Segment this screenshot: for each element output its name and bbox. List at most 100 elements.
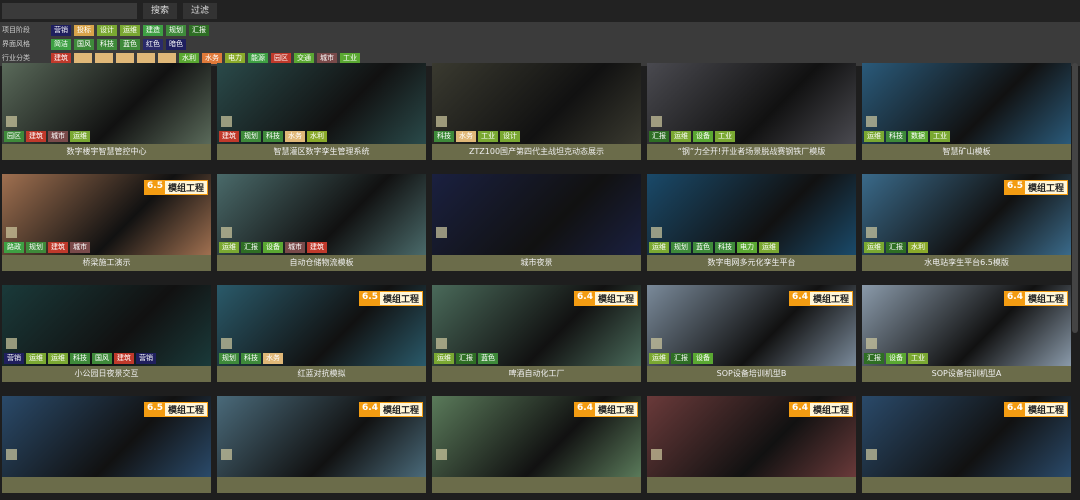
card-title[interactable]: 数字楼宇智慧管控中心	[2, 144, 211, 160]
thumbnail[interactable]: 6.4 模组工程	[432, 396, 641, 477]
card-tag[interactable]: 规划	[26, 242, 46, 253]
card-title[interactable]: 桥梁施工演示	[2, 255, 211, 271]
template-card[interactable]: 6.5 模组工程 规划 科技 水务 红蓝对抗模拟	[217, 285, 426, 382]
filter-tag[interactable]: 城市	[317, 52, 337, 64]
card-tag[interactable]: 建筑	[48, 242, 68, 253]
filter-button[interactable]: 过滤	[183, 3, 218, 19]
filter-tag[interactable]	[95, 52, 113, 64]
card-tag[interactable]: 汇报	[241, 242, 261, 253]
thumbnail[interactable]: 6.4 模组工程	[647, 396, 856, 477]
card-tag[interactable]: 规划	[671, 242, 691, 253]
thumbnail[interactable]: 6.4 模组工程 运维 汇报 设备	[647, 285, 856, 366]
card-title[interactable]: 自动仓储物流模板	[217, 255, 426, 271]
scrollbar[interactable]	[1072, 63, 1078, 333]
filter-tag[interactable]: 营销	[51, 24, 71, 36]
filter-tag[interactable]: 投标	[74, 24, 94, 36]
filter-tag[interactable]: 园区	[271, 52, 291, 64]
filter-tag[interactable]: 暗色	[166, 38, 186, 50]
template-card[interactable]: 建筑 规划 科技 水务 水利 智慧灌区数字孪生管理系统	[217, 63, 426, 160]
card-tag[interactable]: 汇报	[886, 242, 906, 253]
thumbnail[interactable]: 6.5 模组工程 运维 汇报 水利	[862, 174, 1071, 255]
card-tag[interactable]: 科技	[886, 131, 906, 142]
card-tag[interactable]: 规划	[241, 131, 261, 142]
template-card[interactable]: 6.4 模组工程	[217, 396, 426, 493]
card-tag[interactable]: 城市	[285, 242, 305, 253]
filter-tag[interactable]: 电力	[225, 52, 245, 64]
card-tag[interactable]: 工业	[715, 131, 735, 142]
card-title[interactable]: 智慧矿山模板	[862, 144, 1071, 160]
card-tag[interactable]: 运维	[48, 353, 68, 364]
card-title[interactable]: 小公园日夜景交互	[2, 366, 211, 382]
card-tag[interactable]: 设备	[886, 353, 906, 364]
card-title[interactable]: SOP设备培训机型B	[647, 366, 856, 382]
card-tag[interactable]: 设备	[693, 353, 713, 364]
thumbnail[interactable]: 6.5 模组工程 路政 规划 建筑 城市	[2, 174, 211, 255]
card-tag[interactable]: 水利	[307, 131, 327, 142]
card-title[interactable]	[862, 477, 1071, 493]
template-card[interactable]: 城市夜景	[432, 174, 641, 271]
card-title[interactable]	[217, 477, 426, 493]
card-tag[interactable]: 营销	[136, 353, 156, 364]
card-tag[interactable]: 工业	[930, 131, 950, 142]
card-tag[interactable]: 城市	[70, 242, 90, 253]
thumbnail[interactable]: 6.5 模组工程	[2, 396, 211, 477]
card-tag[interactable]: 运维	[219, 242, 239, 253]
thumbnail[interactable]: 科技 水务 工业 设计	[432, 63, 641, 144]
thumbnail[interactable]: 6.4 模组工程	[217, 396, 426, 477]
thumbnail[interactable]: 园区 建筑 城市 运维	[2, 63, 211, 144]
filter-tag[interactable]: 水利	[179, 52, 199, 64]
filter-tag[interactable]: 工业	[340, 52, 360, 64]
thumbnail[interactable]: 汇报 运维 设备 工业	[647, 63, 856, 144]
thumbnail[interactable]: 运维 科技 数据 工业	[862, 63, 1071, 144]
filter-tag[interactable]: 建筑	[51, 52, 71, 64]
card-tag[interactable]: 水利	[908, 242, 928, 253]
template-card[interactable]: 6.4 模组工程	[647, 396, 856, 493]
card-tag[interactable]: 运维	[434, 353, 454, 364]
card-tag[interactable]: 运维	[70, 131, 90, 142]
card-tag[interactable]: 运维	[649, 353, 669, 364]
filter-tag[interactable]: 简洁	[51, 38, 71, 50]
card-tag[interactable]: 科技	[434, 131, 454, 142]
filter-tag[interactable]: 汇报	[189, 24, 209, 36]
card-tag[interactable]: 工业	[908, 353, 928, 364]
filter-tag[interactable]: 运维	[120, 24, 140, 36]
template-card[interactable]: 6.4 模组工程 汇报 设备 工业 SOP设备培训机型A	[862, 285, 1071, 382]
card-tag[interactable]: 建筑	[26, 131, 46, 142]
card-tag[interactable]: 汇报	[671, 353, 691, 364]
card-tag[interactable]: 设备	[693, 131, 713, 142]
card-tag[interactable]: 电力	[737, 242, 757, 253]
thumbnail[interactable]: 运维 规划 蓝色 科技 电力 运维	[647, 174, 856, 255]
card-tag[interactable]: 设计	[500, 131, 520, 142]
card-tag[interactable]: 运维	[671, 131, 691, 142]
search-input[interactable]	[2, 3, 137, 19]
card-title[interactable]	[647, 477, 856, 493]
card-title[interactable]: 智慧灌区数字孪生管理系统	[217, 144, 426, 160]
card-tag[interactable]: 汇报	[649, 131, 669, 142]
template-card[interactable]: 营销 运维 运维 科技 国风 建筑 营销 小公园日夜景交互	[2, 285, 211, 382]
card-tag[interactable]: 设备	[263, 242, 283, 253]
template-card[interactable]: 运维 规划 蓝色 科技 电力 运维 数字电网多元化孪生平台	[647, 174, 856, 271]
card-tag[interactable]: 蓝色	[478, 353, 498, 364]
card-tag[interactable]: 园区	[4, 131, 24, 142]
card-tag[interactable]: 运维	[649, 242, 669, 253]
template-card[interactable]: 6.4 模组工程	[862, 396, 1071, 493]
filter-tag[interactable]: 规划	[166, 24, 186, 36]
card-title[interactable]: 红蓝对抗模拟	[217, 366, 426, 382]
card-title[interactable]: ZTZ100国产第四代主战坦克动态展示	[432, 144, 641, 160]
filter-tag[interactable]: 国风	[74, 38, 94, 50]
card-tag[interactable]: 运维	[864, 242, 884, 253]
template-card[interactable]: 6.5 模组工程 路政 规划 建筑 城市 桥梁施工演示	[2, 174, 211, 271]
card-tag[interactable]: 工业	[478, 131, 498, 142]
template-card[interactable]: 汇报 运维 设备 工业 “钢”力全开!开业者场景脱战赛钢铁厂模版	[647, 63, 856, 160]
template-card[interactable]: 6.5 模组工程	[2, 396, 211, 493]
card-tag[interactable]: 运维	[26, 353, 46, 364]
thumbnail[interactable]: 6.5 模组工程 规划 科技 水务	[217, 285, 426, 366]
card-tag[interactable]: 国风	[92, 353, 112, 364]
search-button[interactable]: 搜索	[143, 3, 178, 19]
filter-tag[interactable]: 交通	[294, 52, 314, 64]
card-title[interactable]: 啤酒自动化工厂	[432, 366, 641, 382]
template-card[interactable]: 6.4 模组工程 运维 汇报 蓝色 啤酒自动化工厂	[432, 285, 641, 382]
card-tag[interactable]: 蓝色	[693, 242, 713, 253]
card-tag[interactable]: 汇报	[864, 353, 884, 364]
card-tag[interactable]: 路政	[4, 242, 24, 253]
